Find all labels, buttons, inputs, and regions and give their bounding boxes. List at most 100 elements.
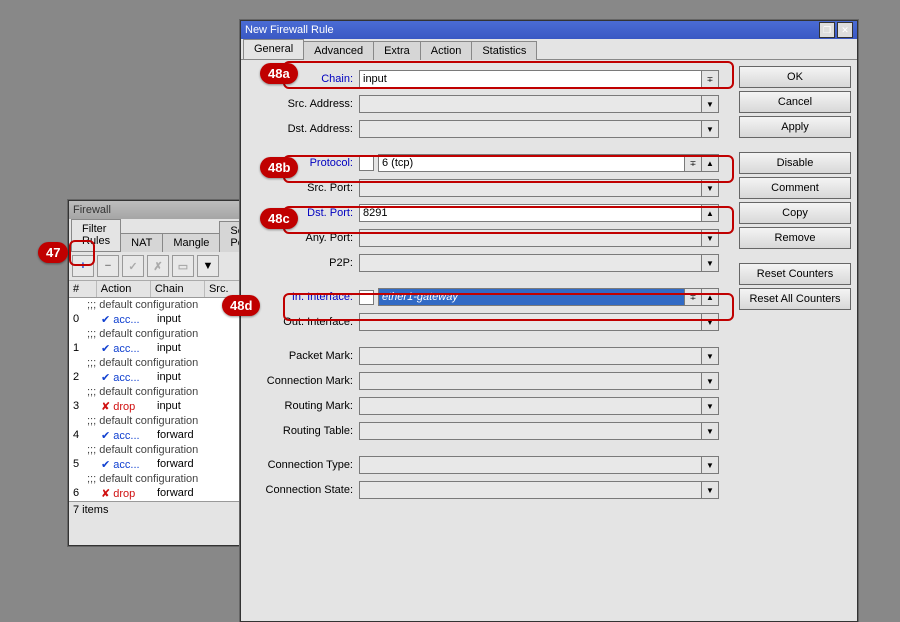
col-chain[interactable]: Chain (151, 281, 205, 297)
outiface-expand-icon[interactable]: ▼ (701, 313, 719, 331)
input-routetable[interactable] (359, 422, 702, 440)
srcaddr-expand-icon[interactable]: ▼ (701, 95, 719, 113)
input-connmark[interactable] (359, 372, 702, 390)
label-srcport: Src. Port: (247, 182, 359, 194)
table-row[interactable]: 3✘ dropinput (69, 399, 259, 414)
firewall-toolbar: + − ✓ ✗ ▭ ▼ (69, 252, 259, 281)
label-routetable: Routing Table: (247, 425, 359, 437)
firewall-titlebar[interactable]: Firewall (69, 201, 259, 219)
tab-mangle[interactable]: Mangle (162, 233, 220, 252)
proto-collapse-icon[interactable]: ▲ (701, 154, 719, 172)
dstport-collapse-icon[interactable]: ▲ (701, 204, 719, 222)
callout-48d: 48d (222, 295, 260, 316)
filter-button[interactable]: ▼ (197, 255, 219, 277)
routemark-expand-icon[interactable]: ▼ (701, 397, 719, 415)
tab-action[interactable]: Action (420, 41, 473, 60)
cell-chain: input (153, 313, 209, 326)
input-routemark[interactable] (359, 397, 702, 415)
input-iniface[interactable]: ether1-gateway (378, 288, 685, 306)
cell-chain: input (153, 371, 209, 384)
input-dstport[interactable]: 8291 (359, 204, 702, 222)
restore-icon[interactable]: ❐ (819, 22, 835, 38)
cell-number: 0 (69, 313, 97, 326)
proto-dropdown-icon[interactable]: ∓ (684, 154, 702, 172)
tab-advanced[interactable]: Advanced (303, 41, 374, 60)
tab-general[interactable]: General (243, 39, 304, 59)
table-row[interactable]: 2✔ acc...input (69, 370, 259, 385)
proto-invert-checkbox[interactable] (359, 156, 374, 171)
apply-button[interactable]: Apply (739, 116, 851, 138)
input-chain[interactable]: input (359, 70, 702, 88)
add-button[interactable]: + (72, 255, 94, 277)
tab-filter-rules[interactable]: Filter Rules (71, 219, 121, 251)
input-dstaddr[interactable] (359, 120, 702, 138)
dialog-titlebar[interactable]: New Firewall Rule ❐ ✕ (241, 21, 857, 39)
enable-button[interactable]: ✓ (122, 255, 144, 277)
input-conntype[interactable] (359, 456, 702, 474)
input-srcport[interactable] (359, 179, 702, 197)
disable-button[interactable]: ✗ (147, 255, 169, 277)
row-srcaddr: Src. Address: ▼ (247, 93, 719, 115)
copy-button[interactable]: Copy (739, 202, 851, 224)
tab-statistics[interactable]: Statistics (471, 41, 537, 60)
srcport-expand-icon[interactable]: ▼ (701, 179, 719, 197)
iniface-collapse-icon[interactable]: ▲ (701, 288, 719, 306)
firewall-window: Firewall Filter Rules NAT Mangle Service… (68, 200, 260, 546)
conntype-expand-icon[interactable]: ▼ (701, 456, 719, 474)
label-dstaddr: Dst. Address: (247, 123, 359, 135)
cancel-button[interactable]: Cancel (739, 91, 851, 113)
chain-dropdown-icon[interactable]: ∓ (701, 70, 719, 88)
comment-button[interactable]: ▭ (172, 255, 194, 277)
rule-comment: ;;; default configuration (69, 443, 259, 457)
table-row[interactable]: 5✔ acc...forward (69, 457, 259, 472)
pktmark-expand-icon[interactable]: ▼ (701, 347, 719, 365)
disable-button[interactable]: Disable (739, 152, 851, 174)
input-p2p[interactable] (359, 254, 702, 272)
col-action[interactable]: Action (97, 281, 151, 297)
cell-number: 2 (69, 371, 97, 384)
input-pktmark[interactable] (359, 347, 702, 365)
input-connstate[interactable] (359, 481, 702, 499)
cell-number: 5 (69, 458, 97, 471)
callout-48b: 48b (260, 157, 298, 178)
rule-comment: ;;; default configuration (69, 385, 259, 399)
table-row[interactable]: 6✘ dropforward (69, 486, 259, 501)
label-pktmark: Packet Mark: (247, 350, 359, 362)
reset-all-counters-button[interactable]: Reset All Counters (739, 288, 851, 310)
table-row[interactable]: 4✔ acc...forward (69, 428, 259, 443)
cell-number: 1 (69, 342, 97, 355)
anyport-expand-icon[interactable]: ▼ (701, 229, 719, 247)
iniface-invert-checkbox[interactable] (359, 290, 374, 305)
iniface-dropdown-icon[interactable]: ∓ (684, 288, 702, 306)
cell-chain: input (153, 342, 209, 355)
input-outiface[interactable] (359, 313, 702, 331)
rule-comment: ;;; default configuration (69, 472, 259, 486)
input-anyport[interactable] (359, 229, 702, 247)
ok-button[interactable]: OK (739, 66, 851, 88)
tab-extra[interactable]: Extra (373, 41, 421, 60)
callout-48a: 48a (260, 63, 298, 84)
input-proto[interactable]: 6 (tcp) (378, 154, 685, 172)
remove-button[interactable]: − (97, 255, 119, 277)
cell-action: ✔ acc... (97, 342, 153, 355)
col-number[interactable]: # (69, 281, 97, 297)
connstate-expand-icon[interactable]: ▼ (701, 481, 719, 499)
label-routemark: Routing Mark: (247, 400, 359, 412)
comment-button[interactable]: Comment (739, 177, 851, 199)
remove-button[interactable]: Remove (739, 227, 851, 249)
p2p-expand-icon[interactable]: ▼ (701, 254, 719, 272)
input-srcaddr[interactable] (359, 95, 702, 113)
reset-counters-button[interactable]: Reset Counters (739, 263, 851, 285)
label-p2p: P2P: (247, 257, 359, 269)
close-icon[interactable]: ✕ (837, 22, 853, 38)
connmark-expand-icon[interactable]: ▼ (701, 372, 719, 390)
row-routemark: Routing Mark: ▼ (247, 395, 719, 417)
cell-action: ✘ drop (97, 400, 153, 413)
tab-nat[interactable]: NAT (120, 233, 163, 252)
dstaddr-expand-icon[interactable]: ▼ (701, 120, 719, 138)
table-row[interactable]: 1✔ acc...input (69, 341, 259, 356)
routetable-expand-icon[interactable]: ▼ (701, 422, 719, 440)
cell-action: ✔ acc... (97, 458, 153, 471)
cell-action: ✔ acc... (97, 429, 153, 442)
cell-action: ✘ drop (97, 487, 153, 500)
